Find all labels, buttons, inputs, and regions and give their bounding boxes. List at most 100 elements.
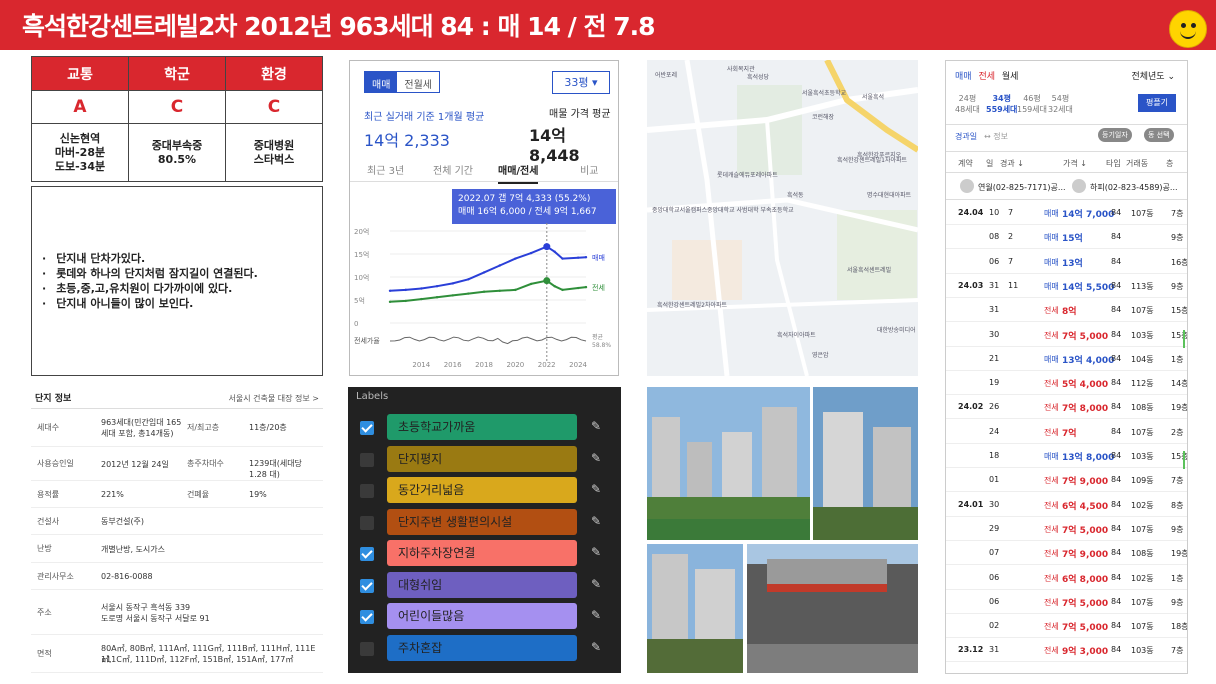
tx-t: 매매 (1044, 354, 1059, 364)
label-checkbox[interactable] (360, 421, 374, 435)
label-checkbox[interactable] (360, 515, 374, 530)
tx-t: 전세 (1044, 476, 1059, 486)
column-header[interactable]: 층 (1166, 158, 1173, 169)
label-tag[interactable]: 주차혼잡 (387, 634, 577, 661)
transaction-row[interactable]: 06 전세 7억 5,000 84 107동 9층 (946, 590, 1187, 614)
label-row[interactable]: 초등학교가까움 ✎ (348, 414, 621, 440)
map-label: 사회복지관 (727, 66, 755, 73)
label-row[interactable]: 동간거리넓음 ✎ (348, 477, 621, 503)
label-tag[interactable]: 대형쉬임 (387, 571, 577, 598)
transaction-row[interactable]: 23.12 31 전세 9억 3,000 84 103동 7층 (946, 638, 1187, 663)
score-grade-environment: C (225, 90, 323, 124)
transaction-row[interactable]: 30 전세 7억 5,000 84 103동 15층 (946, 323, 1187, 348)
transaction-row[interactable]: 24.03 31 11 매매 14억 5,500 84 113동 9층 (946, 274, 1187, 298)
info-key: 건설사 (37, 516, 60, 526)
transaction-row[interactable]: 24.01 30 전세 6억 4,500 84 102동 8층 (946, 493, 1187, 517)
edit-pencil-icon[interactable]: ✎ (591, 419, 601, 433)
pyeong-tab[interactable]: 24평 48세대 (955, 93, 980, 115)
edit-pencil-icon[interactable]: ✎ (591, 514, 601, 528)
edit-pencil-icon[interactable]: ✎ (591, 577, 601, 591)
tab-3years[interactable]: 최근 3년 (367, 162, 404, 177)
period-select[interactable]: 전체년도 ⌄ (1131, 69, 1175, 82)
column-header[interactable]: 계약 (958, 158, 973, 169)
edit-pencil-icon[interactable]: ✎ (591, 482, 601, 496)
info-row: 난방 개별난방, 도시가스 (31, 535, 323, 563)
filter-dong[interactable]: 동 선택 (1144, 128, 1174, 142)
sort-info[interactable]: ↔ 정보 (984, 131, 1008, 142)
transaction-row[interactable]: 06 전세 6억 8,000 84 102동 1층 (946, 566, 1187, 590)
label-row[interactable]: 어린이들많음 ✎ (348, 603, 621, 629)
label-checkbox[interactable] (360, 484, 374, 498)
score-grade-school: C (128, 90, 226, 124)
tx-p: 15억 (1062, 234, 1083, 245)
sort-elapsed[interactable]: 경과일 (955, 131, 977, 142)
transaction-row[interactable]: 07 전세 7억 9,000 84 108동 19층 (946, 541, 1187, 566)
edit-pencil-icon[interactable]: ✎ (591, 545, 601, 559)
tab-monthly[interactable]: 월세 (1002, 72, 1019, 82)
area-map[interactable]: 어반포레 흑석성당 사회복지관 서울흑석초등학교 서울흑석 코런해장 흑석한강센트레빌1차아… (647, 60, 918, 376)
label-tag[interactable]: 단지주변 생활편의시설 (387, 508, 577, 535)
label-row[interactable]: 단지주변 생활편의시설 ✎ (348, 508, 621, 535)
edit-pencil-icon[interactable]: ✎ (591, 640, 601, 654)
pyeong-tab[interactable]: 46평 159세대 (1017, 93, 1047, 115)
label-row[interactable]: 대형쉬임 ✎ (348, 571, 621, 598)
toggle-sale[interactable]: 매매 (365, 72, 398, 92)
info-key: 세대수 (37, 423, 60, 432)
column-header[interactable]: 가격 ↓ (1063, 158, 1087, 169)
column-header[interactable]: 거래동 (1126, 158, 1148, 169)
info-row: 면적 80A㎡, 80B㎡, 111A㎡, 111G㎡, 111B㎡, 111H㎡… (31, 635, 323, 673)
transaction-row[interactable]: 19 전세 5억 4,000 84 112동 14층 (946, 371, 1187, 396)
transaction-row[interactable]: 18 매매 13억 8,000 84 103동 15층 (946, 444, 1187, 469)
transaction-row[interactable]: 08 2 매매 15억 84 9층 (946, 225, 1187, 250)
tab-sale-jeonse[interactable]: 매매/전세 (498, 162, 539, 184)
agent-1[interactable]: 연월(02-825-7171)공... (978, 182, 1066, 193)
column-header[interactable]: 경과 ↓ (1000, 158, 1024, 169)
label-row[interactable]: 단지평지 ✎ (348, 445, 621, 472)
tab-jeonse[interactable]: 전세 (978, 72, 995, 82)
column-header[interactable]: 일 (986, 158, 993, 169)
pyeong-tab[interactable]: 54평 32세대 (1048, 93, 1073, 115)
label-checkbox[interactable] (360, 641, 374, 656)
tab-all[interactable]: 전체 기간 (433, 162, 473, 177)
transaction-row[interactable]: 29 전세 7억 5,000 84 107동 9층 (946, 517, 1187, 541)
agent-2[interactable]: 하피(02-823-4589)공... (1090, 182, 1178, 193)
building-registry-link[interactable]: 서울시 건축물 대장 정보 > (229, 393, 319, 404)
avatar (1072, 179, 1086, 193)
edit-pencil-icon[interactable]: ✎ (591, 608, 601, 622)
transaction-row[interactable]: 24.04 10 7 매매 14억 7,000 84 107동 7층 (946, 201, 1187, 225)
tx-t: 전세 (1044, 330, 1059, 340)
label-tag[interactable]: 단지평지 (387, 445, 577, 472)
data-point (388, 300, 392, 304)
tx-p: 7억 9,000 (1062, 550, 1109, 561)
label-row[interactable]: 지하주차장연결 ✎ (348, 540, 621, 566)
label-checkbox[interactable] (360, 547, 374, 561)
pyeong-select[interactable]: 33평 ▾ (552, 71, 610, 94)
legend-sale: 매매 (592, 254, 605, 262)
pyeong-filter-button[interactable]: 평플기 (1138, 94, 1176, 112)
data-point (584, 285, 588, 289)
pyeong-tab[interactable]: 34평 559세대 (986, 93, 1017, 115)
transaction-row[interactable]: 02 전세 7억 5,000 84 107동 18층 (946, 614, 1187, 639)
tx-ym: 24.02 (958, 402, 984, 412)
toggle-jeonse[interactable]: 전월세 (397, 72, 439, 92)
transaction-row[interactable]: 24.02 26 전세 7억 8,000 84 108동 19층 (946, 395, 1187, 420)
label-tag[interactable]: 어린이들많음 (387, 603, 577, 629)
edit-pencil-icon[interactable]: ✎ (591, 451, 601, 465)
filter-register-date[interactable]: 등기일자 (1098, 128, 1132, 142)
transaction-row[interactable]: 24 전세 7억 84 107동 2층 (946, 420, 1187, 444)
tx-p: 9억 3,000 (1062, 647, 1109, 658)
column-header[interactable]: 타입 (1106, 158, 1121, 169)
label-checkbox[interactable] (360, 578, 374, 593)
transaction-row[interactable]: 21 매매 13억 4,000 84 104동 1층 (946, 347, 1187, 371)
tab-sale[interactable]: 매매 (955, 72, 972, 82)
label-checkbox[interactable] (360, 452, 374, 467)
label-row[interactable]: 주차혼잡 ✎ (348, 634, 621, 661)
tab-compare[interactable]: 비교 (580, 162, 598, 177)
transaction-row[interactable]: 31 전세 8억 84 107동 15층 (946, 298, 1187, 323)
label-tag[interactable]: 동간거리넓음 (387, 477, 577, 503)
label-checkbox[interactable] (360, 610, 374, 624)
label-tag[interactable]: 초등학교가까움 (387, 414, 577, 440)
transaction-row[interactable]: 06 7 매매 13억 84 16층 (946, 250, 1187, 274)
label-tag[interactable]: 지하주차장연결 (387, 540, 577, 566)
transaction-row[interactable]: 01 전세 7억 9,000 84 109동 7층 (946, 468, 1187, 493)
